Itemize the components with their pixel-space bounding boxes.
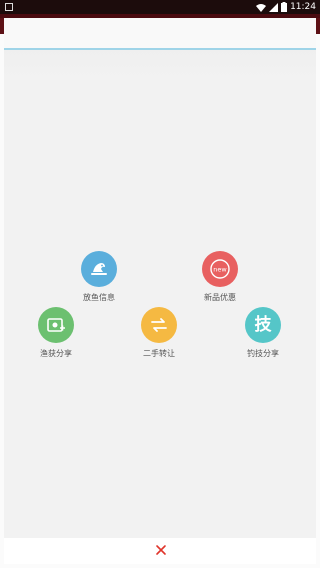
battery-icon bbox=[281, 2, 288, 12]
photo-share-icon bbox=[38, 307, 74, 343]
exchange-icon bbox=[141, 307, 177, 343]
status-indicators: 11:24 bbox=[256, 1, 316, 13]
close-icon bbox=[156, 545, 166, 555]
menu-item-catch-share[interactable]: 渔获分享 bbox=[16, 307, 96, 359]
status-time: 11:24 bbox=[290, 2, 316, 12]
dialog-top-bar bbox=[4, 18, 316, 50]
dialog-body bbox=[4, 50, 316, 548]
wifi-icon bbox=[256, 3, 267, 12]
menu-label: 二手转让 bbox=[143, 349, 175, 358]
skill-char: 技 bbox=[254, 314, 272, 335]
bottom-bar bbox=[4, 538, 316, 564]
new-badge-text: new bbox=[213, 266, 227, 274]
menu-label: 放鱼信息 bbox=[83, 293, 115, 302]
close-button[interactable] bbox=[154, 542, 168, 556]
status-bar: 11:24 bbox=[0, 0, 320, 14]
new-badge-icon: new bbox=[202, 251, 238, 287]
menu-label: 钓技分享 bbox=[247, 349, 279, 358]
menu-item-fishing-skills[interactable]: 技 钓技分享 bbox=[223, 307, 303, 359]
menu-item-secondhand[interactable]: 二手转让 bbox=[119, 307, 199, 359]
menu-dialog: 放鱼信息 new 新品优惠 渔获分享 二手转让 技 钓技分享 bbox=[4, 18, 316, 548]
menu-item-new-products[interactable]: new 新品优惠 bbox=[180, 251, 260, 303]
fish-release-icon bbox=[81, 251, 117, 287]
menu-item-fish-release[interactable]: 放鱼信息 bbox=[59, 251, 139, 303]
menu-label: 渔获分享 bbox=[40, 349, 72, 358]
menu-label: 新品优惠 bbox=[204, 293, 236, 302]
notification-icon bbox=[5, 3, 13, 11]
skill-icon: 技 bbox=[245, 307, 281, 343]
signal-icon bbox=[269, 2, 279, 12]
